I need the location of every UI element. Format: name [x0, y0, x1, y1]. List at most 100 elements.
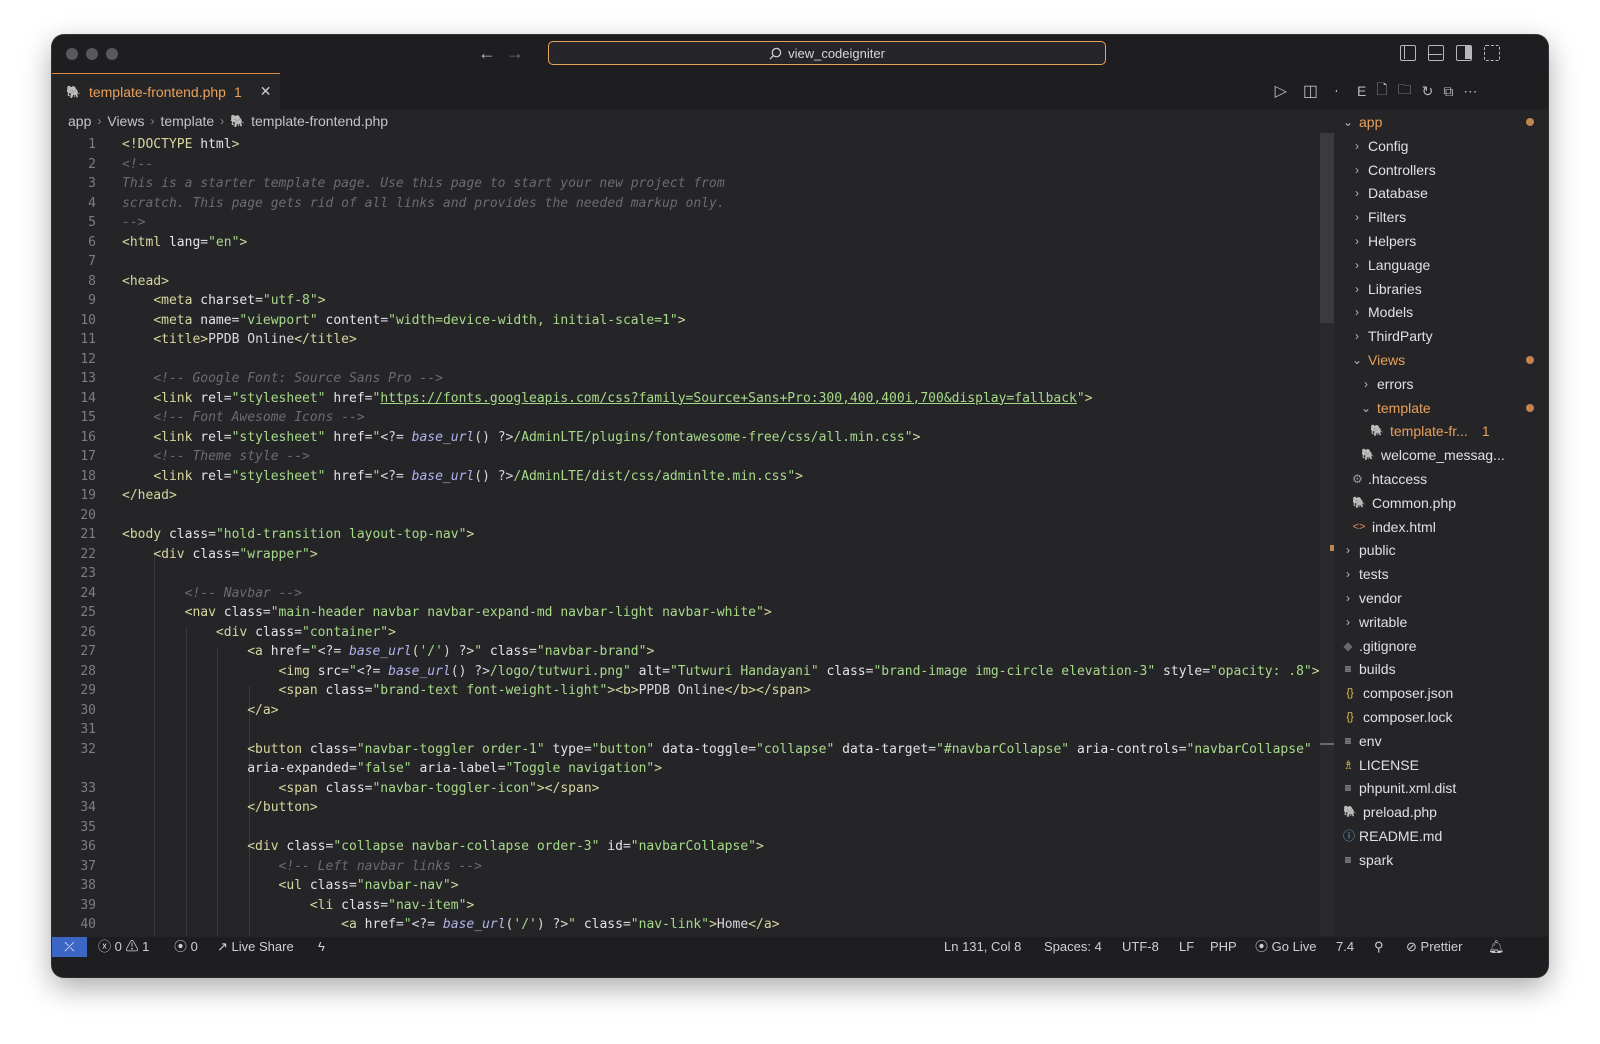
line-number: 9 — [88, 293, 96, 308]
explorer-item-template-fr[interactable]: 🐘 template-fr... 1 — [1370, 419, 1548, 443]
encoding[interactable]: UTF-8 — [1122, 937, 1159, 957]
line-number: 2 — [88, 156, 96, 172]
toggle-secondary-sidebar-icon[interactable] — [1456, 45, 1472, 61]
modified-dot — [1526, 118, 1534, 126]
explorer-item-errors[interactable]: › errors — [1361, 372, 1548, 396]
explorer-item-app[interactable]: ⌄ app — [1343, 110, 1548, 134]
run-icon[interactable]: ▷ — [1275, 81, 1287, 101]
explorer-item-gitignore[interactable]: ◆ .gitignore — [1343, 634, 1548, 658]
more-icon[interactable]: ⋯ — [1463, 83, 1477, 100]
explorer-item-views[interactable]: ⌄ Views — [1352, 348, 1548, 372]
explorer-item-label: Common.php — [1372, 494, 1457, 511]
breadcrumb-app[interactable]: app — [68, 113, 91, 129]
back-arrow-icon[interactable]: ← — [478, 43, 496, 64]
explorer-item-label: env — [1359, 732, 1382, 749]
line-number: 11 — [80, 332, 96, 347]
explorer-item-spark[interactable]: ≡ spark — [1343, 848, 1548, 872]
explorer-item-composer-lock[interactable]: {} composer.lock — [1343, 705, 1548, 729]
text-file-icon: ≡ — [1344, 852, 1352, 867]
lightning-icon[interactable]: ϟ — [318, 937, 325, 957]
php-version[interactable]: 7.4 — [1336, 937, 1354, 957]
ports-indicator[interactable]: ⦿ 0 — [174, 937, 198, 957]
explorer-item-thirdparty[interactable]: › ThirdParty — [1352, 324, 1548, 348]
explorer-item-filters[interactable]: › Filters — [1352, 205, 1548, 229]
customize-layout-icon[interactable] — [1484, 45, 1500, 61]
php-file-icon: 🐘 — [1352, 496, 1366, 509]
line-number: 34 — [80, 800, 96, 815]
explorer-item-writable[interactable]: › writable — [1343, 610, 1548, 634]
line-number: 15 — [80, 410, 96, 425]
explorer-item-index-html[interactable]: <> index.html — [1352, 515, 1548, 539]
gear-icon: ⚙ — [1352, 472, 1363, 486]
editor-scrollbar[interactable] — [1320, 133, 1334, 936]
explorer-item-readme-md[interactable]: ⓘ README.md — [1343, 824, 1548, 848]
chevron-right-icon: › — [1346, 591, 1350, 605]
modified-dot — [1526, 356, 1534, 364]
language-mode[interactable]: PHP — [1210, 937, 1237, 957]
explorer-item-controllers[interactable]: › Controllers — [1352, 158, 1548, 182]
explorer-item-libraries[interactable]: › Libraries — [1352, 277, 1548, 301]
go-live-button[interactable]: ⦿ Go Live — [1255, 937, 1316, 957]
explorer-item-database[interactable]: › Database — [1352, 181, 1548, 205]
prettier-check-icon: ⊘ — [1406, 939, 1417, 954]
explorer-item-tests[interactable]: › tests — [1343, 562, 1548, 586]
explorer-item-welcome-messag[interactable]: 🐘 welcome_messag... — [1361, 443, 1548, 467]
cursor-position[interactable]: Ln 131, Col 8 — [944, 937, 1021, 957]
line-content: <link rel="stylesheet" href="<?= base_ur… — [153, 429, 921, 445]
breadcrumb-template[interactable]: template — [160, 113, 214, 129]
explorer-item-env[interactable]: ≡ env — [1343, 729, 1548, 753]
warning-count: 1 — [142, 939, 150, 954]
command-center-search[interactable]: view_codeigniter — [548, 41, 1106, 65]
refresh-icon[interactable]: ↻ — [1422, 83, 1434, 100]
explorer-item-builds[interactable]: ≡ builds — [1343, 657, 1548, 681]
new-folder-icon[interactable]: 🗀 — [1398, 79, 1412, 103]
explorer-toolbar: E 🗋 🗀 ↻ ⧉ ⋯ — [1337, 73, 1548, 109]
explorer-item-language[interactable]: › Language — [1352, 253, 1548, 277]
split-editor-icon[interactable]: ◫ — [1303, 81, 1318, 101]
bell-icon[interactable]: 🔔︎ — [1488, 937, 1505, 957]
explorer-item-license[interactable]: ♗ LICENSE — [1343, 753, 1548, 777]
explorer-item-phpunit-xml-dist[interactable]: ≡ phpunit.xml.dist — [1343, 776, 1548, 800]
explorer-item-htaccess[interactable]: ⚙ .htaccess — [1352, 467, 1548, 491]
breadcrumb-file[interactable]: template-frontend.php — [251, 113, 388, 129]
close-tab-icon[interactable]: ✕ — [260, 83, 272, 100]
explorer-item-template[interactable]: ⌄ template — [1361, 396, 1548, 420]
tab-title: template-frontend.php — [88, 83, 226, 100]
php-elephant-icon: 🐘 — [66, 84, 81, 99]
explorer-item-helpers[interactable]: › Helpers — [1352, 229, 1548, 253]
maximize-window-button[interactable] — [106, 48, 118, 60]
explorer-item-public[interactable]: › public — [1343, 538, 1548, 562]
explorer-item-common-php[interactable]: 🐘 Common.php — [1352, 491, 1548, 515]
chevron-right-icon: › — [1346, 543, 1350, 558]
breadcrumb-views[interactable]: Views — [107, 113, 144, 129]
scrollbar-thumb[interactable] — [1320, 133, 1334, 323]
explorer-item-label: Controllers — [1368, 161, 1436, 178]
line-content: <!-- Google Font: Source Sans Pro --> — [153, 371, 443, 386]
toggle-primary-sidebar-icon[interactable] — [1400, 45, 1416, 61]
explorer-item-config[interactable]: › Config — [1352, 134, 1548, 158]
scrollbar-cursor-marker — [1320, 743, 1334, 745]
explorer-item-vendor[interactable]: › vendor — [1343, 586, 1548, 610]
toggle-panel-icon[interactable] — [1428, 45, 1444, 61]
explorer-item-models[interactable]: › Models — [1352, 300, 1548, 324]
indentation[interactable]: Spaces: 4 — [1044, 937, 1102, 957]
minimize-window-button[interactable] — [86, 48, 98, 60]
text-file-icon: ≡ — [1344, 781, 1352, 796]
line-content: This is a starter template page. Use thi… — [122, 176, 725, 191]
code-editor[interactable]: 1 <!DOCTYPE html> 2 <!-- 3 This is a starter … — [52, 133, 1332, 936]
collapse-folders-icon[interactable]: ⧉ — [1443, 83, 1453, 100]
tab-template-frontend[interactable]: 🐘 template-frontend.php 1 ✕ — [52, 73, 280, 109]
explorer-item-preload-php[interactable]: 🐘 preload.php — [1343, 800, 1548, 824]
explorer-item-composer-json[interactable]: {} composer.json — [1343, 681, 1548, 705]
remote-indicator[interactable]: ⤫ — [52, 937, 87, 957]
live-share-button[interactable]: ↗ Live Share — [217, 937, 294, 957]
info-icon: ⓘ — [1343, 829, 1356, 843]
close-window-button[interactable] — [66, 48, 78, 60]
new-file-icon[interactable]: 🗋 — [1376, 79, 1387, 103]
prettier-button[interactable]: ⊘ Prettier — [1406, 937, 1462, 957]
forward-arrow-icon[interactable]: → — [506, 43, 524, 64]
problems-indicator[interactable]: ⓧ 0 ⚠ 1 — [98, 937, 149, 957]
line-number: 35 — [80, 819, 96, 835]
end-of-line[interactable]: LF — [1179, 937, 1194, 957]
wrench-icon[interactable]: ⚲ — [1374, 937, 1384, 957]
